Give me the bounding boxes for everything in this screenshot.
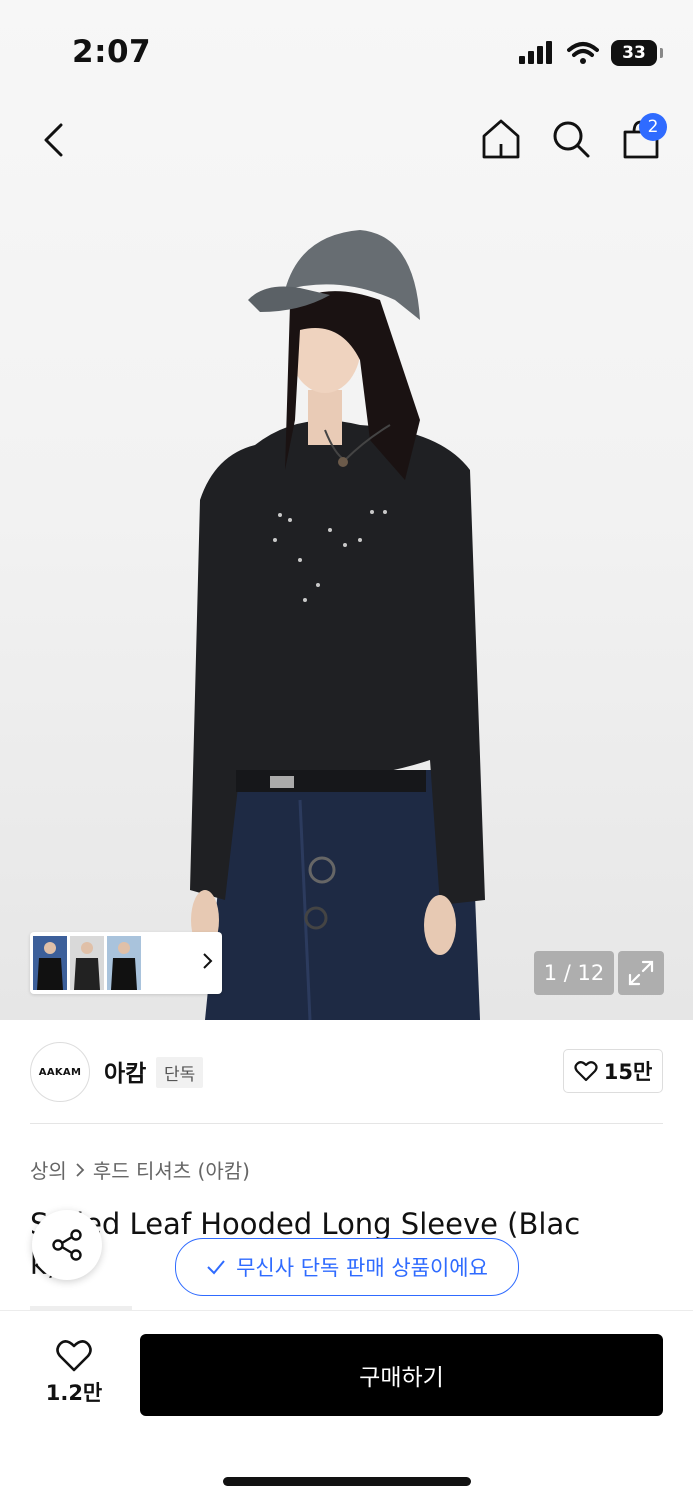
status-time: 2:07	[72, 34, 152, 70]
expand-icon	[628, 960, 654, 986]
breadcrumb-subcategory[interactable]: 후드 티셔츠 (아캄)	[93, 1155, 250, 1184]
thumbnail-2[interactable]	[70, 936, 104, 990]
chevron-left-icon	[44, 123, 63, 157]
heart-icon	[574, 1061, 598, 1082]
brand-row[interactable]: AAKAM 아캄 단독 15만	[30, 1040, 663, 1104]
exclusive-notice-text: 무신사 단독 판매 상품이에요	[236, 1256, 488, 1280]
check-icon	[207, 1260, 225, 1275]
product-like-button[interactable]: 1.2만	[36, 1339, 112, 1407]
wifi-icon	[567, 42, 599, 64]
search-icon	[553, 121, 590, 158]
back-button[interactable]	[30, 117, 76, 163]
exclusive-tag: 단독	[156, 1057, 204, 1088]
home-button[interactable]	[479, 115, 523, 163]
home-icon	[482, 119, 520, 159]
brand-like-count: 15만	[603, 1060, 653, 1084]
divider	[30, 1123, 663, 1124]
breadcrumb-category[interactable]: 상의	[30, 1155, 67, 1184]
status-icons: 33	[519, 40, 663, 66]
bottom-bar: 1.2만 구매하기	[0, 1310, 693, 1501]
thumbnail-strip[interactable]	[30, 932, 222, 994]
brand-name[interactable]: 아캄	[104, 1054, 146, 1088]
share-icon	[52, 1229, 82, 1261]
breadcrumb: 상의 후드 티셔츠 (아캄)	[30, 1155, 250, 1184]
buy-button[interactable]: 구매하기	[140, 1334, 663, 1416]
brand-like-button[interactable]: 15만	[563, 1049, 663, 1093]
thumbnail-1[interactable]	[33, 936, 67, 990]
chevron-right-icon	[203, 953, 213, 969]
cart-badge: 2	[639, 113, 667, 141]
battery-indicator: 33	[611, 40, 663, 66]
image-page-counter: 1 / 12	[534, 951, 614, 995]
expand-image-button[interactable]	[618, 951, 664, 995]
share-button[interactable]	[32, 1210, 102, 1280]
brand-logo[interactable]: AAKAM	[30, 1042, 90, 1102]
home-indicator	[223, 1477, 471, 1486]
cart-button[interactable]: 2	[619, 113, 667, 163]
nav-bar: 2	[0, 105, 693, 175]
signal-icon	[519, 41, 552, 64]
status-bar: 2:07 33	[0, 0, 693, 100]
product-like-count: 1.2만	[45, 1381, 103, 1405]
chevron-right-icon	[76, 1162, 85, 1177]
heart-icon	[56, 1340, 92, 1372]
thumbnail-3[interactable]	[107, 936, 141, 990]
exclusive-notice: 무신사 단독 판매 상품이에요	[175, 1238, 519, 1296]
search-button[interactable]	[549, 115, 593, 163]
